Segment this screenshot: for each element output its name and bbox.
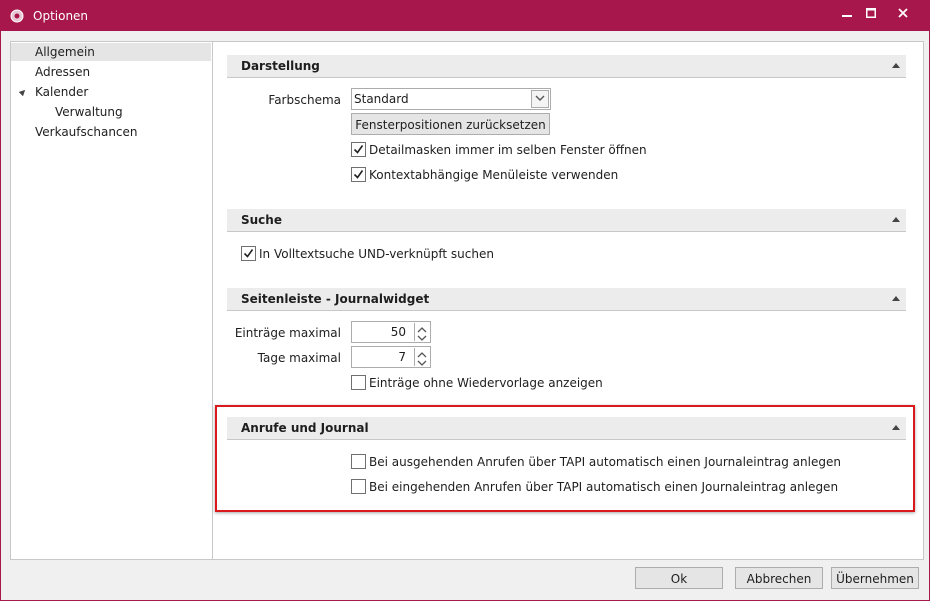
close-icon: [898, 7, 908, 21]
section-title: Seitenleiste - Journalwidget: [241, 292, 430, 306]
tage-maximal-label: Tage maximal: [257, 351, 341, 365]
apply-button[interactable]: Übernehmen: [831, 567, 919, 589]
maximize-button[interactable]: [856, 1, 886, 27]
sidebar-item-kalender[interactable]: Kalender: [11, 83, 211, 101]
collapse-icon[interactable]: [892, 217, 900, 222]
options-sidebar: Allgemein Adressen Kalender Verwaltung V…: [10, 41, 213, 560]
reset-window-positions-button[interactable]: Fensterpositionen zurücksetzen: [351, 113, 550, 135]
sidebar-item-label: Verkaufschancen: [35, 125, 138, 139]
detailmasken-label: Detailmasken immer im selben Fenster öff…: [369, 143, 647, 157]
kontextmenue-label: Kontextabhängige Menüleiste verwenden: [369, 168, 619, 182]
sidebar-item-label: Allgemein: [35, 45, 95, 59]
ok-button[interactable]: Ok: [635, 567, 723, 589]
app-gear-icon: [10, 9, 24, 23]
collapse-icon[interactable]: [892, 63, 900, 68]
eintraege-maximal-stepper[interactable]: 50: [351, 321, 431, 343]
eingehende-anrufe-checkbox[interactable]: [351, 479, 366, 494]
volltextsuche-label: In Volltextsuche UND-verknüpft suchen: [259, 247, 494, 261]
section-header-darstellung[interactable]: Darstellung: [227, 55, 906, 78]
tage-maximal-stepper[interactable]: 7: [351, 346, 431, 368]
close-button[interactable]: [888, 1, 918, 27]
dropdown-button[interactable]: [531, 90, 549, 108]
title-bar[interactable]: Optionen: [1, 1, 929, 31]
wiedervorlage-label: Einträge ohne Wiedervorlage anzeigen: [369, 376, 603, 390]
sidebar-item-verwaltung[interactable]: Verwaltung: [55, 103, 123, 121]
minimize-icon: [842, 7, 852, 21]
sidebar-item-label: Verwaltung: [55, 105, 123, 119]
maximize-icon: [866, 7, 876, 21]
farbschema-value: Standard: [354, 92, 409, 106]
stepper-buttons: [414, 348, 429, 366]
kontextmenue-checkbox[interactable]: [351, 167, 366, 182]
eingehende-anrufe-label: Bei eingehenden Anrufen über TAPI automa…: [369, 480, 839, 494]
sidebar-item-verkaufschancen[interactable]: Verkaufschancen: [35, 123, 138, 141]
sidebar-item-adressen[interactable]: Adressen: [35, 63, 90, 81]
options-window: Optionen Allgemein Adressen Kalender Ver…: [0, 0, 930, 601]
eintraege-maximal-label: Einträge maximal: [234, 326, 341, 340]
stepper-up-icon[interactable]: [415, 348, 429, 358]
section-title: Anrufe und Journal: [241, 421, 369, 435]
section-header-suche[interactable]: Suche: [227, 209, 906, 232]
volltextsuche-checkbox[interactable]: [241, 246, 256, 261]
farbschema-label: Farbschema: [268, 93, 341, 107]
tage-maximal-value: 7: [398, 350, 406, 364]
stepper-down-icon[interactable]: [415, 332, 429, 341]
section-title: Suche: [241, 213, 282, 227]
detailmasken-checkbox[interactable]: [351, 142, 366, 157]
ausgehende-anrufe-label: Bei ausgehenden Anrufen über TAPI automa…: [369, 455, 841, 469]
collapse-icon[interactable]: [892, 296, 900, 301]
stepper-up-icon[interactable]: [415, 323, 429, 333]
ausgehende-anrufe-checkbox[interactable]: [351, 454, 366, 469]
eintraege-maximal-value: 50: [390, 325, 406, 339]
window-title: Optionen: [33, 9, 89, 23]
farbschema-select[interactable]: Standard: [351, 88, 551, 110]
expand-arrow-icon[interactable]: [18, 87, 28, 97]
wiedervorlage-checkbox[interactable]: [351, 375, 366, 390]
sidebar-item-allgemein[interactable]: Allgemein: [11, 43, 211, 61]
sidebar-item-label: Kalender: [35, 85, 89, 99]
collapse-icon[interactable]: [892, 425, 900, 430]
section-title: Darstellung: [241, 59, 320, 73]
stepper-down-icon[interactable]: [415, 357, 429, 366]
sidebar-item-label: Adressen: [35, 65, 91, 79]
section-header-seitenleiste[interactable]: Seitenleiste - Journalwidget: [227, 288, 906, 311]
stepper-buttons: [414, 323, 429, 341]
section-header-anrufe[interactable]: Anrufe und Journal: [227, 417, 906, 440]
cancel-button[interactable]: Abbrechen: [735, 567, 823, 589]
